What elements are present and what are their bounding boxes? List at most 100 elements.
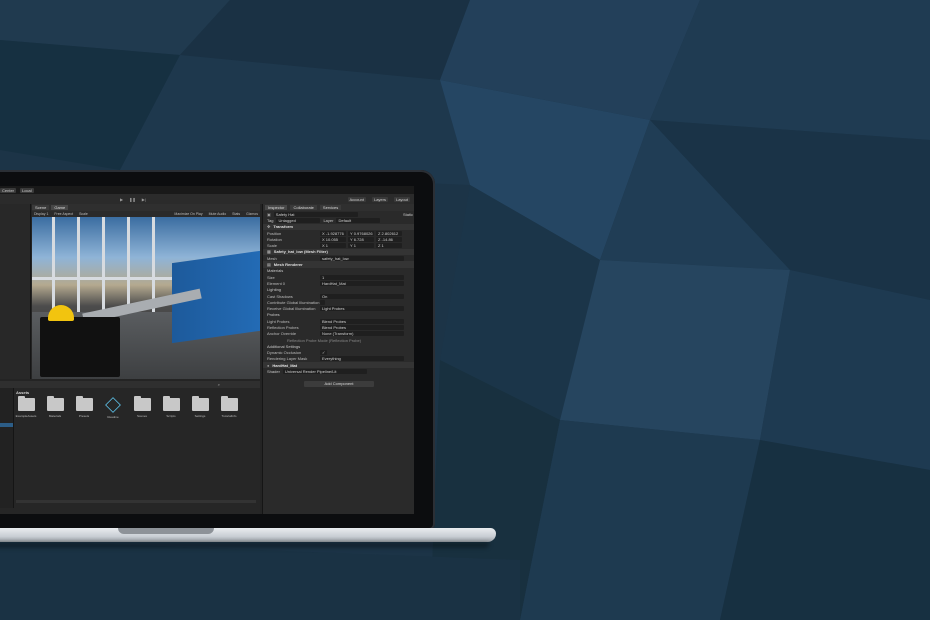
account-dropdown[interactable]: Account [347,196,366,202]
element-row: Element 0 HardHat_Mat [263,280,414,286]
scale-x-field[interactable]: X 1 [320,243,346,249]
reflection-probes-dropdown[interactable]: Blend Probes [320,324,404,330]
reflection-hint: Reflection Probe Mode (Reflection Probe) [287,337,362,343]
mesh-filter-title: Safety_hat_low (Mesh Filter) [273,249,328,255]
folder-icon [46,396,64,411]
asset-folder[interactable]: ExampleAssets [15,396,37,419]
project-panel-toolbar: ⌕ [0,381,260,388]
position-y-field[interactable]: Y 0.9768026 [348,230,374,236]
size-field[interactable]: 1 [320,274,404,280]
tab-services[interactable]: Services [319,205,342,210]
asset-folder[interactable]: Scenes [132,396,152,419]
mesh-label: Mesh [267,255,277,261]
scale-slider[interactable]: Scale [79,212,88,216]
folder-label: TutorialInfo [221,414,237,418]
pivot-center-toggle[interactable]: Center [0,187,17,193]
asset-folder[interactable]: Materials [45,396,65,419]
element-field[interactable]: HardHat_Mat [320,280,404,286]
object-name-field[interactable]: Safety Hat [273,211,358,217]
reflection-probes-row: Reflection Probes Blend Probes [263,324,414,330]
project-scrollbar[interactable] [16,500,256,503]
laptop-base [0,528,496,542]
position-x-field[interactable]: X -1.928776 [320,230,346,236]
rotation-y-field[interactable]: Y 6.728 [348,236,374,242]
laptop-base-notch [118,528,214,534]
receive-gi-label: Receive Global Illumination [267,306,316,312]
asset-folder[interactable]: Settings [190,396,210,419]
shader-dropdown[interactable]: Universal Render Pipeline/Lit [282,369,367,375]
display-dropdown[interactable]: Display 1 [34,212,48,216]
tag-label: Tag [267,217,274,223]
tab-collaborate[interactable]: Collaborate [290,205,317,210]
main-toolbar: ▶ ❚❚ ▶| Account Layers Layout [0,194,414,204]
light-probes-row: Light Probes Blend Probes [263,318,414,324]
rotation-label: Rotation [267,236,282,242]
material-sphere-icon: ● [267,362,270,368]
anchor-override-field[interactable]: None (Transform) [320,331,404,337]
folder-icon [220,396,238,411]
tab-inspector[interactable]: Inspector [265,205,288,210]
game-viewport[interactable] [32,217,260,379]
package-icon [105,397,121,413]
tab-game[interactable]: Game [51,205,69,210]
lighting-label: Lighting [267,287,282,293]
contribute-gi-checkbox[interactable] [320,299,326,305]
cast-shadows-dropdown[interactable]: On [320,293,404,299]
scaffold-post [77,217,80,312]
rotation-z-field[interactable]: Z -14.86 [376,236,402,242]
mesh-field[interactable]: safety_hat_low [320,255,404,261]
layer-dropdown[interactable]: Default [336,217,381,223]
scale-y-field[interactable]: Y 1 [348,243,374,249]
play-icon[interactable]: ▶ [120,197,123,202]
asset-folder[interactable]: Presets [74,396,94,419]
scene-view-tabs: Scene Game [32,204,260,211]
rotation-row: Rotation X 10.055 Y 6.728 Z -14.86 [263,236,414,242]
maximize-on-play-toggle[interactable]: Maximize On Play [174,212,202,216]
pivot-local-toggle[interactable]: Local [20,187,34,193]
asset-folder[interactable]: Scripts [161,396,181,419]
probes-label: Probes [267,312,280,318]
scale-label: Scale [267,243,278,249]
folder-label: ExampleAssets [15,414,37,418]
gizmos-dropdown[interactable]: Gizmos [246,212,258,216]
position-label: Position [267,230,282,236]
rendering-layer-label: Rendering Layer Mask [267,356,308,362]
materials-label: Materials [267,268,284,274]
dynamic-occlusion-checkbox[interactable]: ✓ [320,350,328,356]
mesh-row: Mesh safety_hat_low [263,255,414,261]
tag-dropdown[interactable]: Untagged [276,217,321,223]
selected-folder-row[interactable] [0,423,13,427]
step-icon[interactable]: ▶| [142,197,146,202]
static-toggle[interactable]: Static [403,212,413,217]
layers-dropdown[interactable]: Layers [371,196,388,202]
folder-label: Materials [48,414,62,418]
position-z-field[interactable]: Z 2.802612 [376,230,402,236]
folder-label: Scenes [136,414,147,418]
layout-dropdown[interactable]: Layout [393,196,410,202]
tab-scene[interactable]: Scene [32,205,50,210]
reflection-probes-label: Reflection Probes [267,324,299,330]
inspector-tabs: Inspector Collaborate Services [263,204,414,211]
stats-toggle[interactable]: Stats [232,212,240,216]
scale-z-field[interactable]: Z 1 [376,243,402,249]
search-icon[interactable]: ⌕ [218,382,220,387]
asset-folder[interactable]: TutorialInfo [219,396,239,419]
inspector-panel: Inspector Collaborate Services ▣ Safety … [262,204,414,514]
aspect-dropdown[interactable]: Free Aspect [54,212,73,216]
mute-audio-toggle[interactable]: Mute Audio [209,212,227,216]
asset-readme[interactable]: Readme [103,397,123,419]
hierarchy-panel [0,204,31,379]
position-row: Position X -1.928776 Y 0.9768026 Z 2.802612 [263,230,414,236]
folder-icon [17,396,35,411]
rendering-layer-dropdown[interactable]: Everything [320,356,404,362]
receive-gi-dropdown[interactable]: Light Probes [320,306,404,312]
light-probes-dropdown[interactable]: Blend Probes [320,318,404,324]
folder-label: Settings [194,414,206,418]
add-component-button[interactable]: Add Component [304,380,374,387]
rotation-x-field[interactable]: X 10.055 [320,236,346,242]
layer-label: Layer [323,217,334,223]
pause-icon[interactable]: ❚❚ [129,197,136,202]
shader-label: Shader [267,369,280,375]
cast-shadows-label: Cast Shadows [267,293,293,299]
safety-hat [48,305,74,321]
